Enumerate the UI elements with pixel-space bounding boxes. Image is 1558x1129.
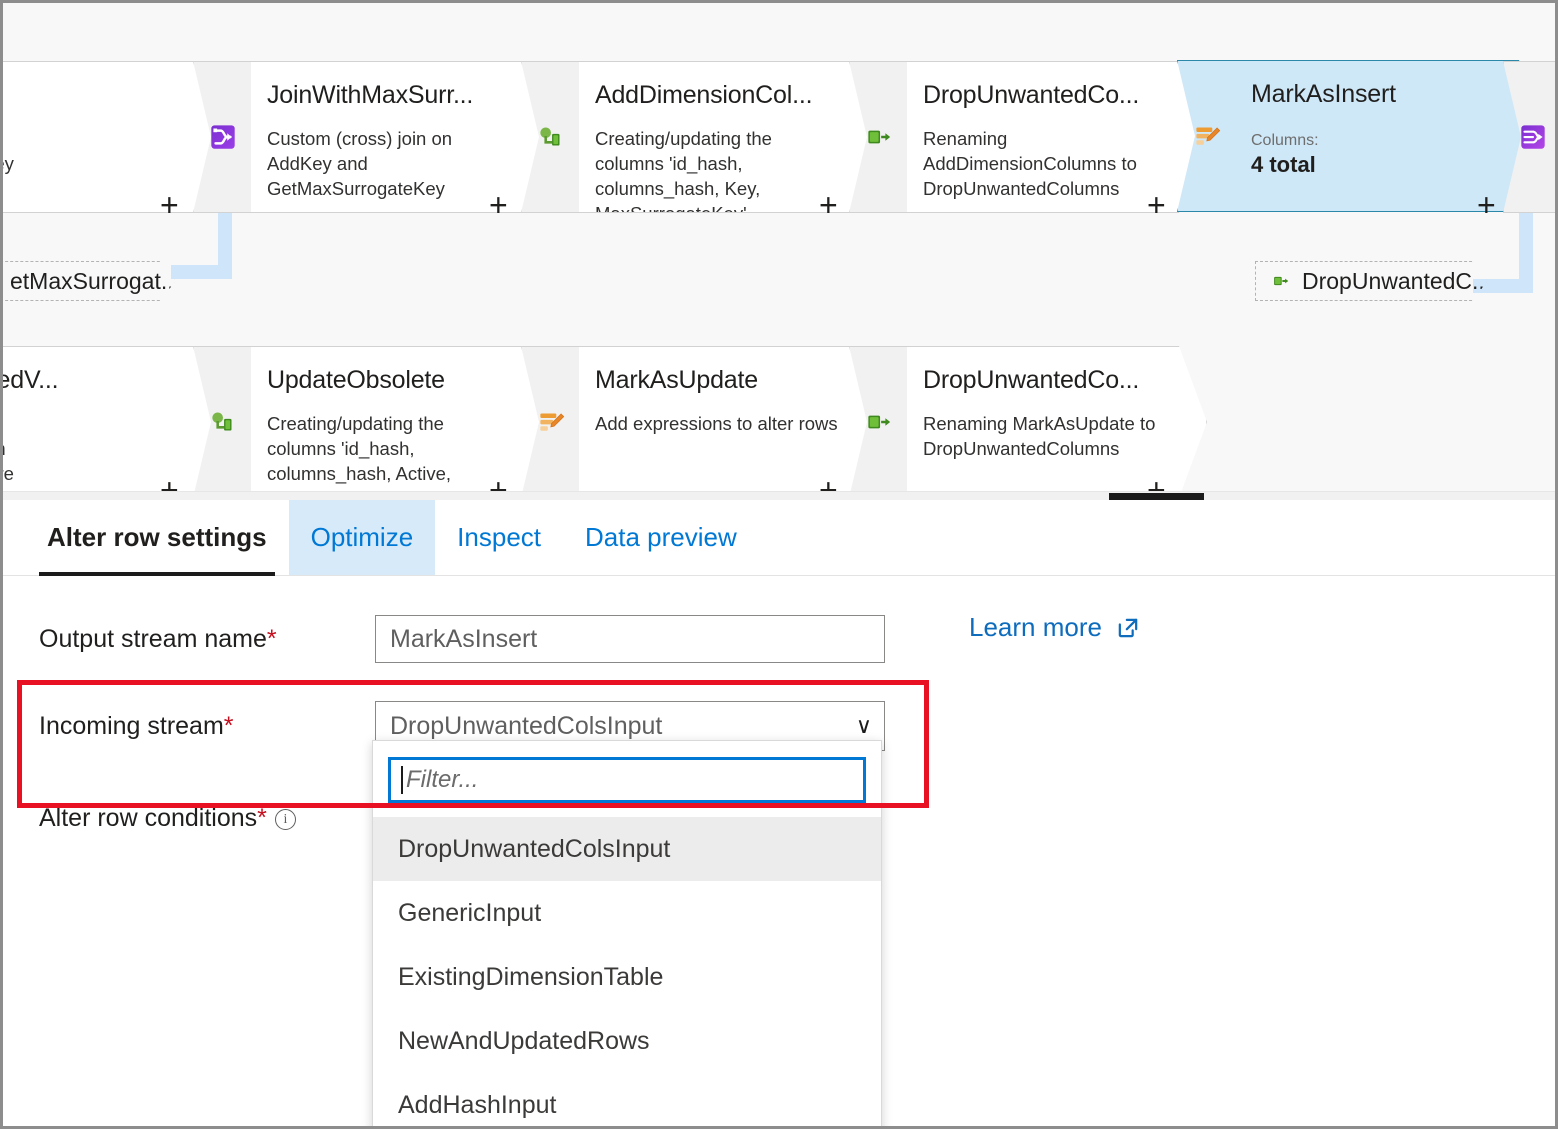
dropdown-option-newandupdatedrows[interactable]: NewAndUpdatedRows <box>373 1009 881 1073</box>
required-asterisk: * <box>266 624 277 653</box>
learn-more-link[interactable]: Learn more <box>969 612 1142 643</box>
node-icon-chevron <box>849 346 907 498</box>
ghost-node-getmaxsurrogatekey[interactable]: etMaxSurrogat... <box>3 261 175 301</box>
required-asterisk: * <box>257 803 267 832</box>
output-stream-label: Output stream name* <box>39 624 277 653</box>
dataflow-node[interactable] <box>1503 61 1555 213</box>
derived-column-icon <box>206 405 240 439</box>
node-icon-chevron <box>521 61 579 213</box>
node-title: MarkAsInsert <box>1251 80 1396 108</box>
dropdown-option-label: AddHashInput <box>398 1090 557 1119</box>
join-icon <box>206 120 240 154</box>
dropdown-option-addhashinput[interactable]: AddHashInput <box>373 1073 881 1126</box>
node-columns-value: 4 total <box>1251 152 1316 177</box>
ghost-label: DropUnwantedC... <box>1302 267 1492 294</box>
add-node-button[interactable]: + <box>819 189 838 221</box>
canvas-horizontal-scrollbar[interactable] <box>3 491 1555 500</box>
node-body[interactable]: ey new key Key from 1 <box>3 61 223 213</box>
node-icon-chevron <box>849 61 907 213</box>
learn-more-label: Learn more <box>969 612 1102 642</box>
add-node-button[interactable]: + <box>489 189 508 221</box>
output-stream-input[interactable]: MarkAsInsert <box>375 615 885 663</box>
add-node-button[interactable]: + <box>160 189 179 221</box>
alter-row-icon <box>1190 119 1224 153</box>
dropdown-filter-wrapper: Filter... <box>373 741 881 817</box>
add-node-button[interactable]: + <box>1147 189 1166 221</box>
node-icon-chevron <box>193 61 251 213</box>
output-stream-row: Output stream name* MarkAsInsert Learn m… <box>39 604 1555 674</box>
node-title: DropUnwantedCo... <box>923 81 1140 109</box>
node-title: DropUnwantedCo... <box>923 366 1140 394</box>
dropdown-filter-placeholder: Filter... <box>406 766 479 793</box>
scrollbar-thumb[interactable] <box>1109 493 1204 500</box>
ghost-label: etMaxSurrogat... <box>10 267 181 294</box>
tab-inspect[interactable]: Inspect <box>435 500 563 575</box>
dataflow-node[interactable]: ey new key Key from 1 <box>3 61 223 213</box>
dropdown-option-existingdimensiontable[interactable]: ExistingDimensionTable <box>373 945 881 1009</box>
dropdown-option-label: ExistingDimensionTable <box>398 962 664 991</box>
info-icon[interactable]: i <box>274 808 296 830</box>
tab-label: Data preview <box>585 522 737 552</box>
node-icon-chevron <box>1177 60 1235 212</box>
select-icon <box>862 120 896 154</box>
dropdown-option-dropunwantedcolsinput[interactable]: DropUnwantedColsInput <box>373 817 881 881</box>
tab-bar: Alter row settings Optimize Inspect Data… <box>3 500 1555 576</box>
connector-line <box>171 265 232 279</box>
dropdown-option-genericinput[interactable]: GenericInput <box>373 881 881 945</box>
node-description: Creating/updating the columns 'id_hash, … <box>595 128 772 199</box>
node-title: AddDimensionCol... <box>595 81 813 109</box>
select-icon <box>862 405 896 439</box>
tab-label: Optimize <box>310 522 414 552</box>
output-stream-value: MarkAsInsert <box>390 624 538 653</box>
dropdown-option-label: DropUnwantedColsInput <box>398 834 671 863</box>
node-body[interactable]: MarkAsInsert Columns: 4 total <box>1235 60 1547 212</box>
external-link-icon <box>1114 614 1142 642</box>
node-columns-label: Columns: <box>1251 132 1319 149</box>
incoming-stream-dropdown[interactable]: Filter... DropUnwantedColsInput GenericI… <box>372 740 882 1126</box>
incoming-stream-value: DropUnwantedColsInput <box>390 711 663 740</box>
select-icon <box>1270 270 1292 292</box>
dropdown-filter-input[interactable]: Filter... <box>388 757 866 803</box>
node-title: ey <box>3 80 188 110</box>
node-description: Add expressions to alter rows <box>595 413 838 434</box>
ghost-node-dropunwantedcols[interactable]: DropUnwantedC... <box>1255 261 1487 301</box>
tab-optimize[interactable]: Optimize <box>288 500 436 575</box>
node-title: orUpdatedV... <box>10 366 59 394</box>
incoming-stream-label: Incoming stream* <box>39 711 234 740</box>
tab-data-preview[interactable]: Data preview <box>563 500 759 575</box>
screenshot-root: ey new key Key from 1 + <box>0 0 1558 1129</box>
add-node-button[interactable]: + <box>1477 189 1496 221</box>
tab-label: Alter row settings <box>47 522 267 552</box>
tab-alter-row-settings[interactable]: Alter row settings <box>25 500 289 576</box>
dropdown-option-label: NewAndUpdatedRows <box>398 1026 650 1055</box>
dataflow-canvas[interactable]: ey new key Key from 1 + <box>3 3 1555 500</box>
alter-row-icon <box>534 405 568 439</box>
dataflow-node[interactable]: orUpdatedV... g rows from ed which are g… <box>3 346 223 498</box>
node-description: Renaming MarkAsUpdate to DropUnwantedCol… <box>923 413 1156 459</box>
node-icon-chevron <box>521 346 579 498</box>
derived-column-icon <box>534 120 568 154</box>
node-title: JoinWithMaxSurr... <box>267 81 474 109</box>
node-icon-chevron <box>1503 61 1555 213</box>
chevron-down-icon[interactable]: ∨ <box>856 713 872 739</box>
node-title: MarkAsUpdate <box>595 366 758 394</box>
node-title: UpdateObsolete <box>267 366 445 394</box>
dropdown-option-label: GenericInput <box>398 898 542 927</box>
node-body[interactable]: orUpdatedV... g rows from ed which are g… <box>3 346 223 498</box>
node-icon-chevron <box>193 346 251 498</box>
tab-label: Inspect <box>457 522 541 552</box>
node-description: Creating/updating the columns 'id_hash, … <box>267 413 452 484</box>
union-icon <box>1516 120 1550 154</box>
text-caret <box>401 766 403 794</box>
required-asterisk: * <box>223 711 234 740</box>
node-description: Custom (cross) join on AddKey and GetMax… <box>267 128 453 199</box>
node-description: Renaming AddDimensionColumns to DropUnwa… <box>923 128 1137 199</box>
